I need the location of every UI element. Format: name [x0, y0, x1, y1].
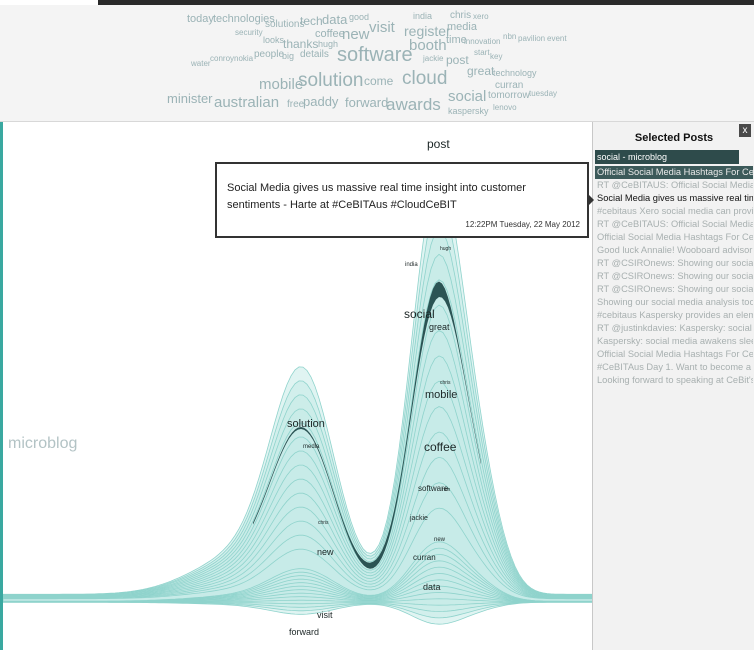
cloud-word[interactable]: nokia: [234, 55, 253, 63]
post-list: Official Social Media Hashtags For CeBIT…: [595, 166, 753, 387]
tooltip-time: 12:22PM Tuesday, 22 May 2012: [465, 220, 580, 229]
cloud-word[interactable]: xero: [473, 13, 489, 21]
cloud-word[interactable]: software: [337, 45, 413, 65]
group-header[interactable]: social - microblog: [595, 150, 739, 164]
cloud-word[interactable]: great: [467, 65, 494, 77]
stream-label: visit: [317, 610, 333, 620]
post-item[interactable]: RT @CSIROnews: Showing our social: [597, 257, 753, 270]
post-item[interactable]: Official Social Media Hashtags For CeBIT: [597, 348, 753, 361]
cloud-word[interactable]: solutions: [265, 20, 304, 30]
cloud-word[interactable]: media: [447, 22, 477, 33]
post-item[interactable]: RT @CeBITAUS: Official Social Media H: [597, 179, 753, 192]
cloud-word[interactable]: visit: [369, 20, 395, 35]
cloud-word[interactable]: innovation: [464, 38, 500, 46]
stream-label: chris: [318, 520, 329, 526]
cloud-word[interactable]: register: [404, 24, 451, 38]
cloud-word[interactable]: chris: [450, 11, 471, 21]
cloud-word[interactable]: security: [235, 29, 263, 37]
cloud-word[interactable]: event: [547, 35, 567, 43]
post-item[interactable]: Showing our social media analysis tool: [597, 296, 753, 309]
post-item[interactable]: RT @CeBITAUS: Official Social Media H: [597, 218, 753, 231]
cloud-word[interactable]: people: [254, 50, 284, 60]
post-item[interactable]: #CeBITAus Day 1. Want to become a: [597, 361, 753, 374]
group-label: microblog: [8, 435, 78, 452]
stream-label: great: [429, 322, 450, 332]
cloud-word[interactable]: key: [490, 53, 502, 61]
tooltip-text: Social Media gives us massive real time …: [227, 182, 526, 211]
cloud-word[interactable]: technology: [493, 69, 537, 78]
cloud-word[interactable]: booth: [409, 38, 447, 53]
stream-label: mobile: [425, 389, 458, 401]
cloud-word[interactable]: new: [342, 27, 370, 42]
post-item[interactable]: Social Media gives us massive real time: [597, 192, 753, 205]
post-item[interactable]: RT @CSIROnews: Showing our social: [597, 283, 753, 296]
post-item[interactable]: Looking forward to speaking at CeBit's: [597, 374, 753, 387]
cloud-word[interactable]: forward: [345, 96, 388, 109]
cloud-word[interactable]: cloud: [402, 69, 447, 88]
cloud-word[interactable]: australian: [214, 95, 279, 110]
cloud-word[interactable]: start: [474, 49, 490, 57]
cloud-word[interactable]: mobile: [259, 77, 303, 92]
post-item[interactable]: #cebitaus Kaspersky provides an elem: [597, 309, 753, 322]
post-item[interactable]: Good luck Annalie! Wooboard advisor @: [597, 244, 753, 257]
cloud-word[interactable]: jackie: [423, 55, 443, 63]
post-item[interactable]: #cebitaus Xero social media can provid: [597, 205, 753, 218]
cloud-word[interactable]: post: [446, 54, 469, 66]
cloud-word[interactable]: kaspersky: [448, 107, 489, 116]
stream-label: jackie: [410, 515, 428, 522]
cloud-word[interactable]: tech: [300, 15, 323, 27]
stream-label: post: [427, 137, 450, 151]
cloud-word[interactable]: india: [413, 12, 432, 21]
cloud-word[interactable]: looks: [263, 36, 284, 45]
cloud-word[interactable]: data: [322, 13, 347, 26]
cloud-word[interactable]: paddy: [303, 95, 338, 108]
cloud-word[interactable]: tuesday: [529, 90, 557, 98]
cloud-word[interactable]: hugh: [318, 40, 338, 49]
stream-label: data: [423, 582, 441, 592]
cloud-word[interactable]: social: [448, 89, 486, 104]
stream-label: chris: [440, 380, 451, 386]
cloud-word[interactable]: details: [300, 50, 329, 60]
selected-posts-panel: x Selected Posts social - microblog Offi…: [592, 122, 754, 650]
post-item[interactable]: Official Social Media Hashtags For CeBIT: [597, 231, 753, 244]
cloud-word[interactable]: minister: [167, 92, 213, 105]
cloud-word[interactable]: pavilion: [518, 35, 545, 43]
cloud-word[interactable]: nbn: [503, 33, 516, 41]
stream-label: curran: [413, 553, 436, 562]
cloud-word[interactable]: conroy: [210, 55, 234, 63]
post-item[interactable]: RT @CSIROnews: Showing our social: [597, 270, 753, 283]
cloud-word[interactable]: solution: [298, 71, 364, 90]
stream-label: india: [405, 262, 418, 268]
post-item[interactable]: Official Social Media Hashtags For CeBIT: [595, 166, 753, 179]
stream-label: new: [434, 537, 446, 543]
stream-label: nbn: [442, 487, 451, 493]
cloud-word[interactable]: today: [187, 14, 214, 25]
cloud-word[interactable]: water: [191, 60, 211, 68]
tooltip-pointer-icon: [588, 194, 594, 206]
panel-title: Selected Posts: [634, 132, 714, 144]
cloud-word[interactable]: tomorrow: [488, 91, 530, 101]
stream-label: coffee: [424, 440, 457, 454]
post-item[interactable]: Kaspersky: social media awakens sleep: [597, 335, 753, 348]
word-cloud: today technologies solutions tech data good in…: [0, 5, 754, 122]
stream-label: hugh: [440, 246, 452, 252]
cloud-word[interactable]: awards: [386, 96, 441, 113]
cloud-word[interactable]: free: [287, 100, 304, 110]
post-item[interactable]: RT @justinkdavies: Kaspersky: social m: [597, 322, 753, 335]
cloud-word[interactable]: come: [364, 75, 393, 87]
cloud-word[interactable]: big: [282, 52, 294, 61]
stream-label: solution: [287, 418, 325, 430]
stream-label: forward: [289, 627, 320, 637]
cloud-word[interactable]: lenovo: [493, 104, 517, 112]
cloud-word[interactable]: good: [349, 13, 369, 22]
stream-label: media: [303, 444, 320, 450]
post-tooltip: Social Media gives us massive real time …: [215, 162, 589, 238]
stream-label: new: [317, 547, 334, 557]
stream-label: social: [404, 307, 435, 321]
